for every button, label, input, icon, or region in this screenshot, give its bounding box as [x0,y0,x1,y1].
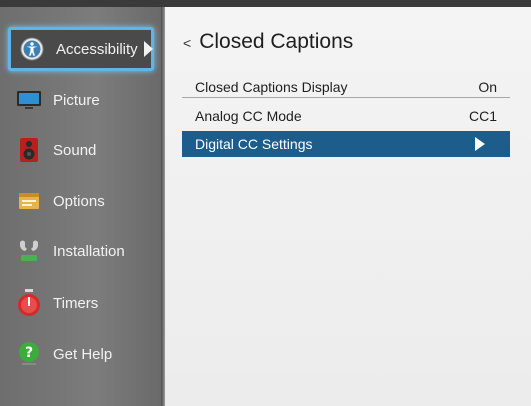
help-icon: ? [16,341,42,367]
chevron-right-icon [475,137,485,151]
row-label: Analog CC Mode [195,108,302,124]
speaker-icon [16,137,42,163]
picture-icon [16,87,42,113]
options-icon [16,188,42,214]
sidebar-item-get-help[interactable]: ? Get Help [8,331,153,377]
row-value: On [478,78,497,95]
row-label: Closed Captions Display [195,78,348,95]
chevron-right-icon [143,41,153,57]
page-title: Closed Captions [199,30,354,53]
back-chevron[interactable]: < [183,35,191,51]
timer-icon [16,289,42,316]
menu-row-analog-cc-mode[interactable]: Analog CC Mode CC1 [182,105,510,127]
svg-text:?: ? [25,345,33,361]
top-bar [0,0,531,7]
sidebar-item-accessibility[interactable]: Accessibility [8,27,154,71]
menu-row-digital-cc-settings[interactable]: Digital CC Settings [182,131,510,157]
sidebar-item-options[interactable]: Options [8,178,153,224]
menu-row-closed-captions-display[interactable]: Closed Captions Display On [182,76,510,98]
accessibility-icon [19,36,45,62]
sidebar-item-label: Get Help [53,345,113,363]
sidebar-item-picture[interactable]: Picture [8,77,153,123]
content-panel [165,7,531,406]
sidebar-item-label: Sound [53,141,97,159]
row-value: CC1 [468,108,497,124]
sidebar-item-sound[interactable]: Sound [8,127,153,173]
row-label: Digital CC Settings [195,136,313,152]
page-title-row: < Closed Captions [183,30,353,54]
sidebar-item-label: Installation [53,242,125,260]
sidebar-item-label: Timers [53,294,99,312]
sidebar-item-label: Options [53,192,105,210]
sidebar-item-label: Accessibility [56,40,138,58]
sidebar-item-label: Picture [53,91,100,109]
tv-menu-screen: Accessibility Picture Sound Options Inst… [0,0,531,406]
sidebar-item-timers[interactable]: Timers [8,280,153,326]
installation-icon [16,238,42,264]
sidebar-item-installation[interactable]: Installation [8,228,153,274]
